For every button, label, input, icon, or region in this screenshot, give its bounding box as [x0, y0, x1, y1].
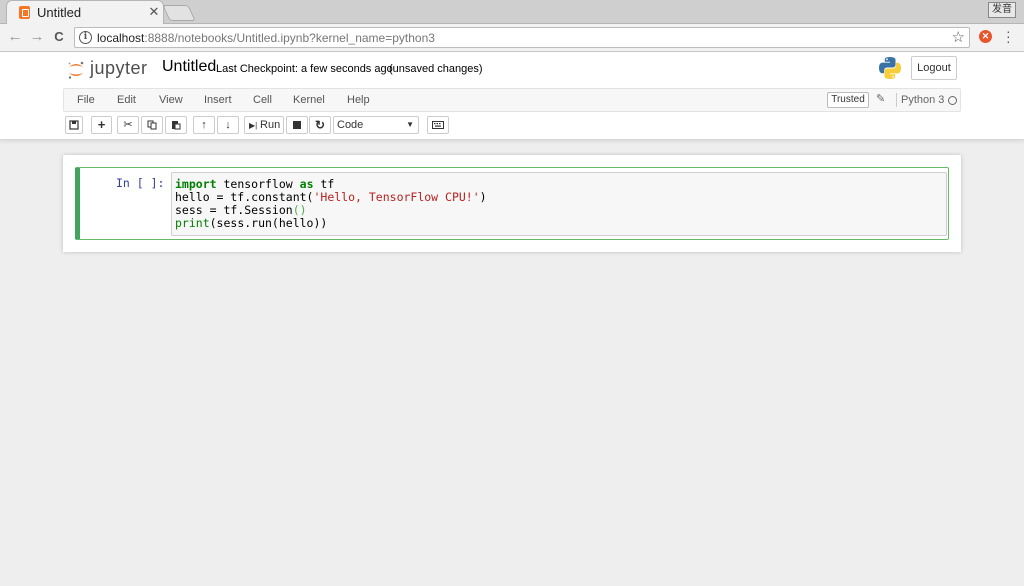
checkpoint-status: Last Checkpoint: a few seconds ago [216, 63, 393, 75]
forward-arrow-icon[interactable]: → [28, 28, 46, 46]
code-line: print(sess.run(hello)) [175, 216, 327, 230]
keyboard-icon [432, 121, 444, 129]
step-forward-icon: ▶| [249, 121, 258, 130]
menu-help[interactable]: Help [347, 94, 370, 106]
url-path: :8888/notebooks/Untitled.ipynb?kernel_na… [144, 31, 435, 45]
kernel-name: Python 3 [901, 94, 945, 106]
menu-file[interactable]: File [77, 94, 95, 106]
plus-icon: + [97, 117, 106, 132]
jupyter-logo-icon [68, 61, 84, 79]
address-bar[interactable]: i localhost:8888/notebooks/Untitled.ipyn… [74, 27, 970, 48]
command-palette-button[interactable] [427, 116, 449, 134]
cell-type-select[interactable]: Code ▼ [333, 116, 419, 134]
stop-icon [293, 121, 301, 129]
autosave-status: (unsaved changes) [389, 63, 483, 75]
code-editor[interactable]: import tensorflow as tf hello = tf.const… [171, 172, 947, 236]
menu-cell[interactable]: Cell [253, 94, 272, 106]
close-tab-icon[interactable]: ✕ [147, 4, 161, 20]
notebook-menubar: File Edit View Insert Cell Kernel Help T… [63, 88, 961, 112]
divider [896, 93, 897, 107]
input-prompt: In [ ]: [116, 176, 165, 190]
chevron-down-icon: ▼ [406, 120, 414, 129]
jupyter-logo[interactable]: jupyter [66, 58, 158, 82]
cell-type-value: Code [337, 119, 364, 131]
code-line: import tensorflow as tf [175, 177, 334, 191]
move-up-button[interactable]: ↑ [193, 116, 215, 134]
save-button[interactable] [65, 116, 83, 134]
extension-icon[interactable]: ✕ [979, 30, 992, 43]
jupyter-logo-text: jupyter [90, 58, 148, 78]
notebook-name[interactable]: Untitled [162, 58, 216, 76]
run-label: Run [260, 119, 281, 131]
builtin-token: print [175, 216, 210, 230]
copy-icon [147, 120, 157, 130]
arrow-up-icon: ↑ [201, 119, 207, 131]
code-token: tf [313, 177, 335, 191]
arrow-down-icon: ↓ [225, 119, 231, 131]
info-icon[interactable]: i [79, 31, 92, 44]
ime-indicator[interactable]: 发音 [988, 2, 1016, 18]
notebook-container: In [ ]: import tensorflow as tf hello = … [63, 155, 961, 252]
tab-title: Untitled [37, 5, 82, 20]
browser-tabbar: Untitled ✕ 发音 [0, 0, 1024, 24]
code-token: ) [479, 190, 487, 204]
code-token: sess = tf.Session [175, 203, 293, 217]
string-token: 'Hello, TensorFlow CPU!' [313, 190, 480, 204]
insert-cell-button[interactable]: + [91, 116, 112, 134]
run-button[interactable]: ▶| Run [244, 116, 284, 134]
code-cell[interactable]: In [ ]: import tensorflow as tf hello = … [75, 167, 949, 240]
save-icon [69, 120, 79, 130]
code-token: tensorflow [216, 177, 300, 191]
move-down-button[interactable]: ↓ [217, 116, 239, 134]
menu-kernel[interactable]: Kernel [293, 94, 325, 106]
interrupt-button[interactable] [286, 116, 308, 134]
reload-icon[interactable]: C [50, 28, 68, 46]
code-token: hello = tf.constant( [175, 190, 314, 204]
pencil-icon[interactable]: ✎ [876, 92, 885, 105]
copy-button[interactable] [141, 116, 163, 134]
cut-icon: ✂ [123, 119, 133, 131]
kernel-idle-icon [948, 96, 957, 105]
paste-icon [172, 121, 181, 130]
browser-menu-icon[interactable]: · · · [1006, 24, 1011, 48]
cut-button[interactable]: ✂ [117, 116, 139, 134]
menu-insert[interactable]: Insert [204, 94, 232, 106]
code-line: hello = tf.constant('Hello, TensorFlow C… [175, 190, 487, 204]
code-line: sess = tf.Session() [175, 203, 307, 217]
browser-tab[interactable]: Untitled ✕ [6, 0, 164, 24]
menu-edit[interactable]: Edit [117, 94, 136, 106]
restart-button[interactable]: ↻ [309, 116, 331, 134]
menu-view[interactable]: View [159, 94, 183, 106]
new-tab-button[interactable] [162, 5, 196, 21]
code-token: (sess.run(hello)) [209, 216, 328, 230]
paste-button[interactable] [165, 116, 187, 134]
python-logo-icon [879, 57, 901, 79]
back-arrow-icon[interactable]: ← [6, 28, 24, 46]
url-text[interactable]: localhost:8888/notebooks/Untitled.ipynb?… [97, 31, 435, 45]
keyword-token: import [175, 177, 217, 191]
notebook-favicon-icon [19, 6, 30, 19]
logout-button[interactable]: Logout [911, 56, 957, 80]
keyword-token: as [299, 177, 314, 191]
matched-paren-token: () [292, 203, 307, 217]
url-host: localhost [97, 31, 145, 45]
jupyter-header: jupyter Untitled Last Checkpoint: a few … [0, 52, 1024, 140]
browser-toolbar: ← → C i localhost:8888/notebooks/Untitle… [0, 24, 1024, 52]
restart-icon: ↻ [314, 118, 326, 132]
trusted-indicator[interactable]: Trusted [827, 92, 869, 108]
bookmark-star-icon[interactable]: ☆ [952, 28, 965, 46]
